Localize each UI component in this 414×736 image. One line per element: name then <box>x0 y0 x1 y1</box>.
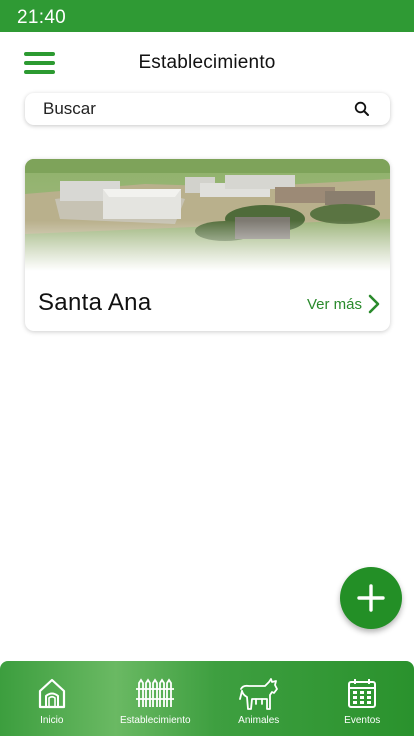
nav-label-establecimiento: Establecimiento <box>119 715 191 726</box>
cow-icon <box>238 678 278 710</box>
search-icon[interactable] <box>354 101 370 117</box>
status-time: 21:40 <box>17 7 67 28</box>
status-bar: 21:40 <box>0 0 414 32</box>
home-icon <box>38 678 65 709</box>
ver-mas-link[interactable]: Ver más <box>307 292 380 316</box>
nav-item-animales[interactable]: Animales <box>207 661 311 736</box>
nav-item-inicio[interactable]: Inicio <box>0 661 104 736</box>
search-input[interactable] <box>43 93 343 125</box>
add-button[interactable] <box>340 567 402 629</box>
nav-label-eventos: Eventos <box>344 715 381 726</box>
bottom-nav: Inicio Establecimiento Animales Eventos <box>0 661 414 736</box>
nav-item-establecimiento[interactable]: Establecimiento <box>104 661 208 736</box>
nav-item-eventos[interactable]: Eventos <box>311 661 414 736</box>
search-bar <box>25 93 390 125</box>
nav-label-inicio: Inicio <box>40 715 64 726</box>
plus-icon <box>357 584 385 612</box>
ver-mas-label: Ver más <box>306 295 362 313</box>
app-header: Establecimiento <box>0 32 414 92</box>
chevron-right-icon <box>368 294 380 314</box>
farm-aerial-photo <box>25 159 390 271</box>
fence-icon <box>136 678 175 707</box>
nav-label-animales: Animales <box>238 715 280 726</box>
calendar-icon <box>348 679 377 708</box>
establishment-card[interactable]: Santa Ana Ver más <box>25 159 390 331</box>
page-title: Establecimiento <box>138 52 276 73</box>
establishment-name: Santa Ana <box>38 289 152 316</box>
